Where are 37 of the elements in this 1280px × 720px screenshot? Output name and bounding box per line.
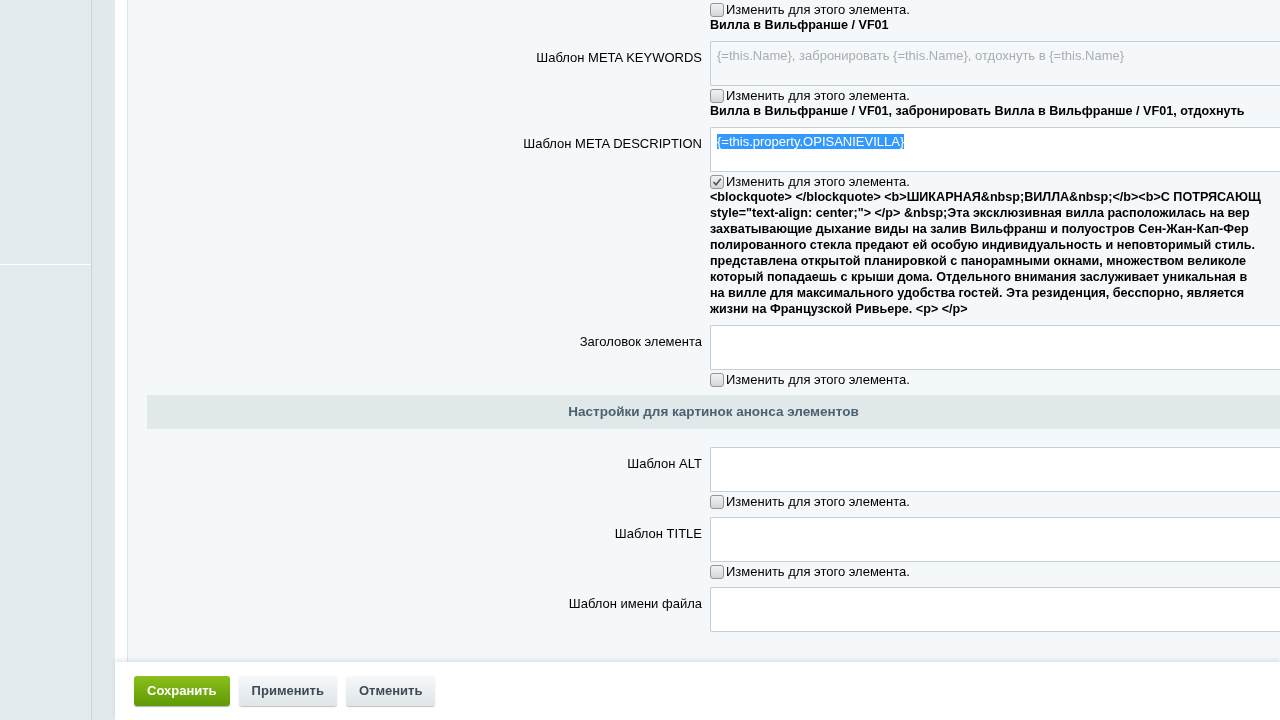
preview-text: Вилла в Вильфранше / VF01, забронировать Вилла в Вильфранше / VF01, отдохнуть	[710, 103, 1246, 119]
preview-text: на вилле для максимального удобства гостей. Эта резиденция, бесспорно, является	[710, 285, 1246, 301]
checkbox[interactable]	[710, 89, 724, 103]
checkbox[interactable]	[710, 495, 724, 509]
preview-text: жизни на Французской Ривьере. <p> </p>	[710, 301, 969, 317]
checkbox-label: Изменить для этого элемента.	[726, 175, 910, 189]
checkbox[interactable]	[710, 565, 724, 579]
field-label: Шаблон ALT	[627, 456, 702, 471]
field-label: Шаблон META KEYWORDS	[536, 50, 702, 65]
field-value: {=this.property.OPISANIEVILLA}	[717, 134, 905, 149]
checkbox-label: Изменить для этого элемента.	[726, 89, 910, 103]
checkbox[interactable]	[710, 3, 724, 17]
preview-text: захватывающие дыхание виды на залив Вильфранш и полуостров Сен-Жан-Кап-Фер	[710, 221, 1250, 237]
checkbox[interactable]	[710, 175, 724, 189]
field-label: Шаблон META DESCRIPTION	[523, 136, 702, 151]
section-title: Настройки для картинок анонса элементов	[568, 402, 859, 421]
input-field[interactable]	[710, 587, 1280, 632]
checkbox[interactable]	[710, 373, 724, 387]
checkbox-label: Изменить для этого элемента.	[726, 3, 910, 17]
preview-text: полированного стекла предают ей особую индивидуальность и неповторимый стиль.	[710, 237, 1256, 253]
preview-text: Вилла в Вильфранше / VF01	[710, 17, 890, 33]
action-button[interactable]: Применить	[238, 676, 337, 706]
action-button[interactable]: Отменить	[345, 676, 436, 706]
field-label: Заголовок элемента	[579, 334, 702, 349]
field-label: Шаблон TITLE	[614, 526, 702, 541]
input-field[interactable]	[710, 325, 1280, 370]
input-field[interactable]	[710, 447, 1280, 492]
preview-text: который попадаешь с крыши дома. Отдельного внимания заслуживает уникальная в	[710, 269, 1249, 285]
input-field[interactable]: {=this.Name}, забронировать {=this.Name}, отдохнуть в {=this.Name}	[710, 41, 1280, 86]
preview-text: <blockquote> </blockquote> <b>ШИКАРНАЯ&nbsp;ВИЛЛА&nbsp;</b><b>С ПОТРЯСАЮЩ	[710, 189, 1262, 205]
field-label: Шаблон имени файла	[568, 596, 702, 611]
input-field[interactable]	[710, 517, 1280, 562]
checkbox-label: Изменить для этого элемента.	[726, 495, 910, 509]
checkbox-label: Изменить для этого элемента.	[726, 373, 910, 387]
preview-text: style="text-align: center;"> </p> &nbsp;Эта эксклюзивная вилла расположилась на вер	[710, 205, 1251, 221]
checkbox-label: Изменить для этого элемента.	[726, 565, 910, 579]
preview-text: представлена открытой планировкой с панорамными окнами, множеством великоле	[710, 253, 1248, 269]
